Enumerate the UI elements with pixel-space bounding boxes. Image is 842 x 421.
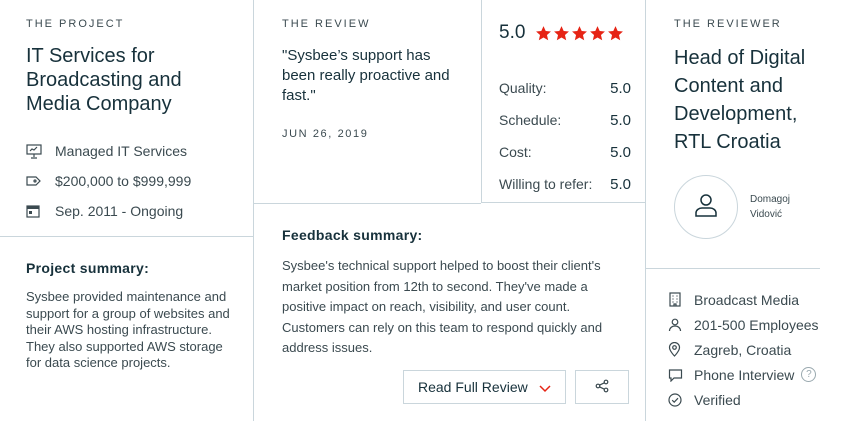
reviewer-industry: Broadcast Media bbox=[668, 287, 838, 312]
ratings-panel: 5.0 Quality: 5.0 Schedule: 5.0 Cost: 5.0… bbox=[481, 0, 646, 203]
read-full-review-button[interactable]: Read Full Review bbox=[403, 370, 566, 404]
reviewer-company-size-text: 201-500 Employees bbox=[694, 316, 819, 333]
project-budget-text: $200,000 to $999,999 bbox=[55, 173, 192, 189]
project-divider bbox=[0, 236, 253, 237]
project-meta-list: Managed IT Services $200,000 to $999,999… bbox=[26, 136, 246, 226]
review-date: JUN 26, 2019 bbox=[282, 128, 369, 140]
reviewer-first-name: Domagoj bbox=[750, 194, 791, 205]
reviewer-industry-text: Broadcast Media bbox=[694, 291, 800, 308]
project-column: THE PROJECT IT Services for Broadcasting… bbox=[0, 0, 253, 421]
reviewer-eyebrow: THE REVIEWER bbox=[674, 18, 782, 30]
price-tag-icon bbox=[26, 173, 46, 189]
review-divider bbox=[254, 203, 481, 204]
rating-quality: Quality: 5.0 bbox=[499, 72, 631, 104]
reviewer-divider bbox=[646, 268, 820, 269]
reviewer-verified: Verified bbox=[668, 387, 838, 412]
avatar bbox=[674, 175, 738, 239]
project-eyebrow: THE PROJECT bbox=[26, 18, 125, 30]
project-service: Managed IT Services bbox=[26, 136, 246, 166]
building-icon bbox=[668, 292, 686, 308]
feedback-summary-text: Sysbee's technical support helped to boo… bbox=[282, 258, 603, 355]
project-title: IT Services for Broadcasting and Media C… bbox=[26, 45, 182, 115]
rating-cost: Cost: 5.0 bbox=[499, 136, 631, 168]
reviewer-name: Domagoj Vidović bbox=[750, 192, 820, 222]
presentation-board-icon bbox=[26, 143, 46, 159]
review-eyebrow: THE REVIEW bbox=[282, 18, 371, 30]
share-icon bbox=[595, 379, 609, 396]
rating-cost-value: 5.0 bbox=[610, 143, 631, 161]
chat-bubble-icon bbox=[668, 367, 686, 383]
rating-quality-value: 5.0 bbox=[610, 79, 631, 97]
rating-refer: Willing to refer: 5.0 bbox=[499, 168, 631, 200]
reviewer-interview-type: Phone Interview ? bbox=[668, 362, 838, 387]
reviewer-interview-text: Phone Interview bbox=[694, 366, 795, 383]
star-icon bbox=[608, 25, 624, 40]
reviewer-title: Head of Digital Content and Development,… bbox=[674, 47, 806, 153]
feedback-summary-title: Feedback summary: bbox=[282, 227, 423, 243]
star-icon bbox=[536, 25, 552, 40]
rating-schedule-label: Schedule: bbox=[499, 112, 562, 128]
star-rating bbox=[535, 25, 625, 42]
project-summary-title: Project summary: bbox=[26, 260, 150, 276]
star-icon bbox=[590, 25, 606, 40]
share-button[interactable] bbox=[575, 370, 629, 404]
star-icon bbox=[554, 25, 570, 40]
user-avatar-icon bbox=[691, 190, 721, 225]
calendar-icon bbox=[26, 203, 46, 219]
rating-schedule: Schedule: 5.0 bbox=[499, 104, 631, 136]
rating-refer-label: Willing to refer: bbox=[499, 176, 593, 192]
user-icon bbox=[668, 317, 686, 333]
rating-quality-label: Quality: bbox=[499, 80, 547, 96]
check-circle-icon bbox=[668, 392, 686, 408]
overall-rating: 5.0 bbox=[499, 22, 625, 44]
project-service-text: Managed IT Services bbox=[55, 143, 188, 159]
reviewer-location: Zagreb, Croatia bbox=[668, 337, 838, 362]
project-summary-text: Sysbee provided maintenance and support … bbox=[26, 289, 230, 370]
rating-schedule-value: 5.0 bbox=[610, 111, 631, 129]
review-quote: "Sysbee’s support has been really proact… bbox=[282, 47, 450, 104]
reviewer-verified-text: Verified bbox=[694, 391, 741, 408]
rating-breakdown: Quality: 5.0 Schedule: 5.0 Cost: 5.0 Wil… bbox=[499, 72, 631, 200]
reviewer-location-text: Zagreb, Croatia bbox=[694, 341, 792, 358]
reviewer-last-name: Vidović bbox=[750, 209, 783, 220]
help-icon[interactable]: ? bbox=[801, 367, 817, 382]
review-column: THE REVIEW "Sysbee’s support has been re… bbox=[253, 0, 646, 421]
location-pin-icon bbox=[668, 342, 686, 358]
star-icon bbox=[572, 25, 588, 40]
project-budget: $200,000 to $999,999 bbox=[26, 166, 246, 196]
chevron-down-icon bbox=[537, 380, 553, 396]
read-full-review-label: Read Full Review bbox=[418, 379, 528, 395]
overall-rating-value: 5.0 bbox=[499, 22, 526, 43]
project-duration: Sep. 2011 - Ongoing bbox=[26, 196, 246, 226]
rating-refer-value: 5.0 bbox=[610, 175, 631, 193]
reviewer-meta-list: Broadcast Media 201-500 Employees Zagreb… bbox=[668, 287, 838, 412]
rating-cost-label: Cost: bbox=[499, 144, 532, 160]
reviewer-column: THE REVIEWER Head of Digital Content and… bbox=[645, 0, 842, 421]
project-duration-text: Sep. 2011 - Ongoing bbox=[55, 203, 184, 219]
reviewer-company-size: 201-500 Employees bbox=[668, 312, 838, 337]
